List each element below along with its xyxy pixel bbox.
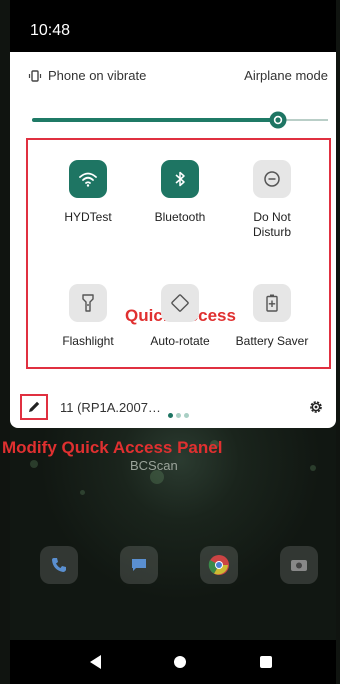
modify-panel-annotation: Modify Quick Access Panel (2, 438, 223, 457)
tile-label: Auto-rotate (150, 334, 210, 348)
tile-bluetooth[interactable]: Bluetooth (130, 160, 230, 225)
tile-label: Do Not Disturb (252, 210, 291, 239)
vibrate-label[interactable]: Phone on vibrate (48, 68, 146, 83)
wallpaper-dot (30, 460, 38, 468)
bluetooth-icon (161, 160, 199, 198)
auto-rotate-icon (161, 284, 199, 322)
brightness-fill (32, 118, 278, 122)
pencil-icon (29, 401, 40, 412)
edit-button[interactable] (20, 394, 48, 420)
tile-flashlight[interactable]: Flashlight (38, 284, 138, 349)
wallpaper-dot (80, 490, 85, 495)
wallpaper-dot (310, 465, 316, 471)
battery-saver-icon (253, 284, 291, 322)
messages-app-icon[interactable] (120, 546, 158, 584)
brightness-icon[interactable] (269, 111, 287, 129)
chrome-app-icon[interactable] (200, 546, 238, 584)
quick-settings-footer: 11 (RP1A.2007… (10, 392, 336, 424)
wifi-icon (69, 160, 107, 198)
quick-settings-panel: Phone on vibrate Airplane mode HYDTest B… (10, 52, 336, 428)
page-dot (184, 413, 189, 418)
phone-app-icon[interactable] (40, 546, 78, 584)
ringer-row: Phone on vibrate Airplane mode (28, 66, 328, 86)
recents-button[interactable] (260, 656, 272, 668)
tile-auto-rotate[interactable]: Auto-rotate (130, 284, 230, 349)
airplane-mode-label[interactable]: Airplane mode (244, 68, 328, 83)
gear-icon[interactable] (308, 399, 324, 415)
tile-label: Bluetooth (154, 210, 206, 224)
do-not-disturb-icon (253, 160, 291, 198)
vibrate-icon[interactable] (28, 69, 42, 83)
home-button[interactable] (174, 656, 186, 668)
tile-wifi[interactable]: HYDTest (38, 160, 138, 225)
tile-label: Flashlight (62, 334, 114, 348)
status-time: 10:48 (30, 22, 71, 39)
app-label-bcscan[interactable]: BCScan (130, 458, 178, 473)
tile-do-not-disturb[interactable]: Do Not Disturb (222, 160, 322, 240)
phone-screen: 10:48 Phone on vibrate Airplane mode HYD… (10, 0, 336, 684)
quick-access-highlight: HYDTest Bluetooth Do Not Disturb Quick A… (26, 138, 331, 369)
app-dock (40, 546, 330, 586)
camera-app-icon[interactable] (280, 546, 318, 584)
page-dot (176, 413, 181, 418)
page-indicator (168, 405, 192, 423)
flashlight-icon (69, 284, 107, 322)
page-dot (168, 413, 173, 418)
tile-label: Battery Saver (235, 334, 309, 348)
status-bar: 10:48 (10, 0, 336, 52)
back-button[interactable] (90, 655, 101, 669)
build-number: 11 (RP1A.2007… (60, 400, 161, 415)
navigation-bar (10, 640, 336, 684)
tile-battery-saver[interactable]: Battery Saver (222, 284, 322, 349)
tile-label: HYDTest (64, 210, 112, 224)
brightness-slider[interactable] (32, 110, 328, 130)
